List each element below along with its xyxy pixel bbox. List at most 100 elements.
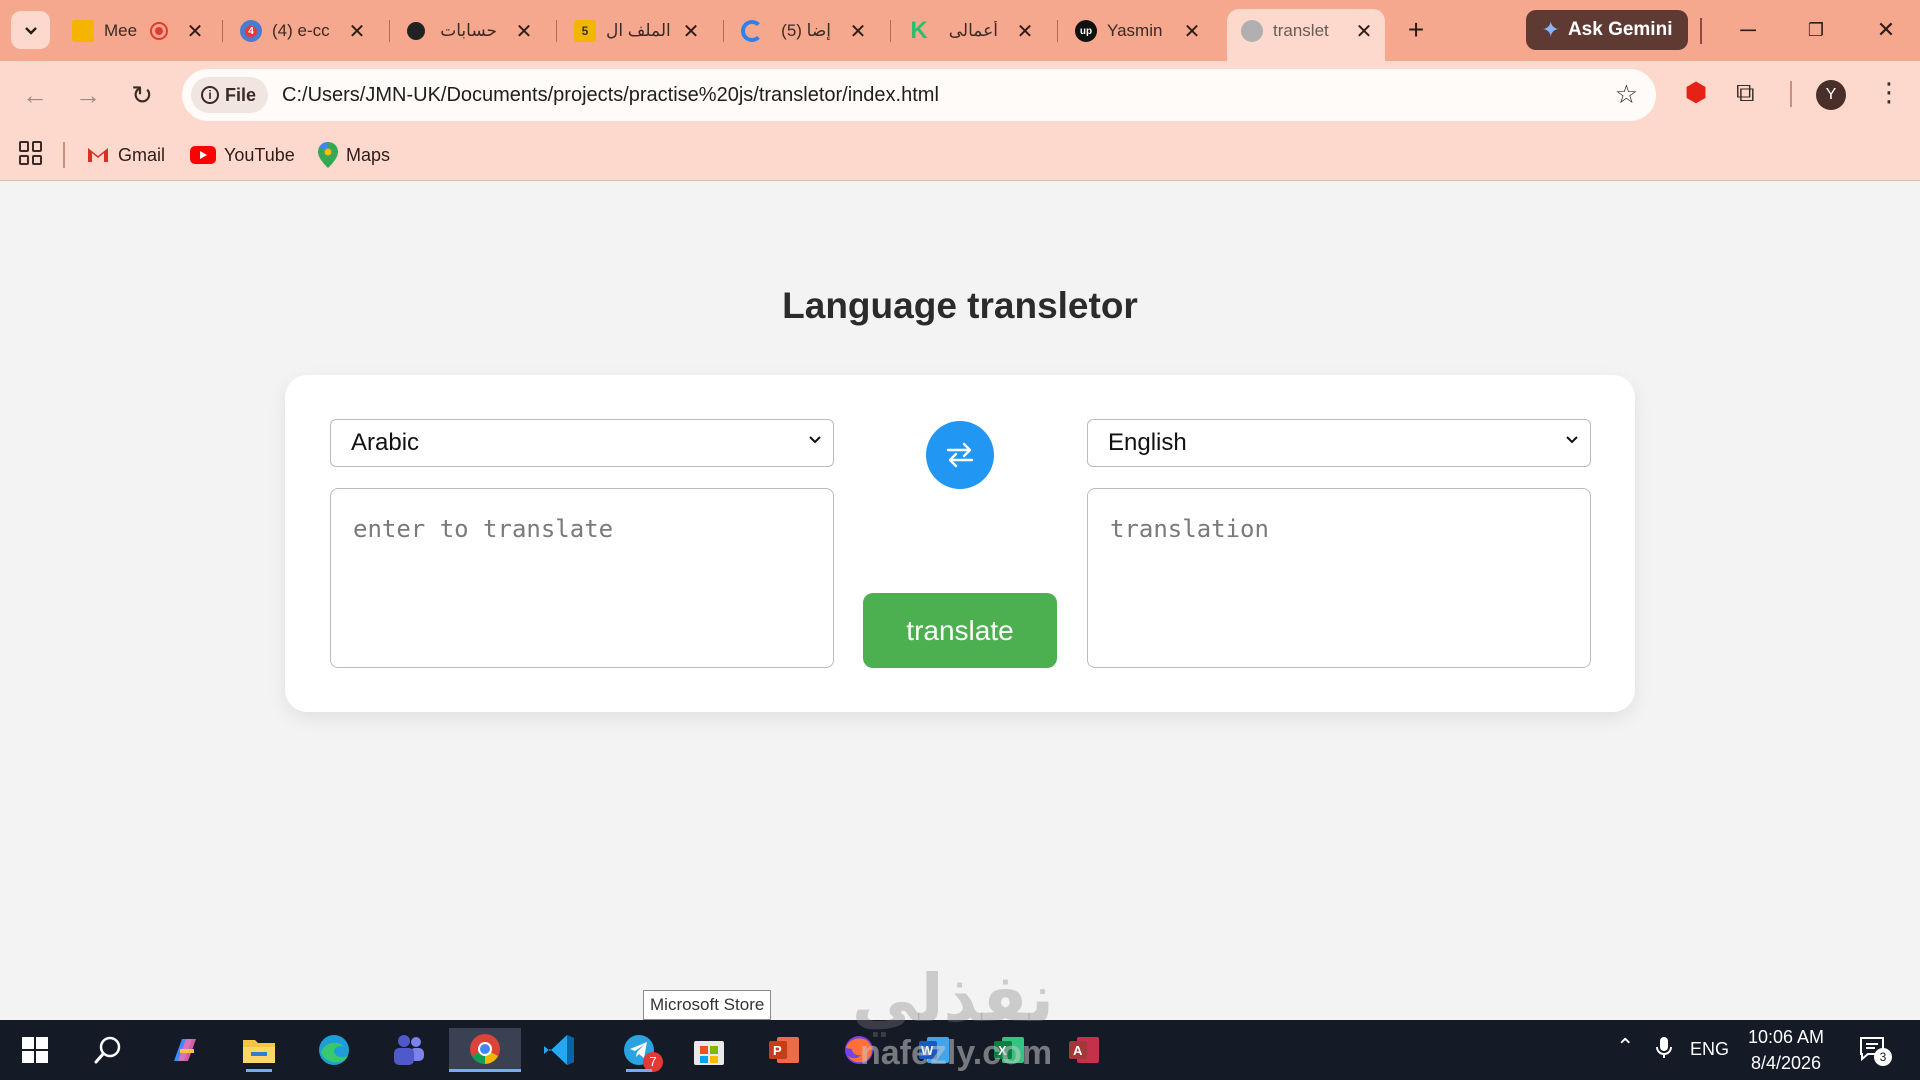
microphone-icon[interactable] [1656, 1036, 1672, 1065]
tab-my-works[interactable]: K أعمالى ✕ [894, 9, 1046, 53]
tab-meet[interactable]: Mee ✕ [58, 9, 216, 53]
meet-icon [72, 20, 94, 42]
ecommerce-icon: 4 [240, 20, 262, 42]
taskbar-microsoft-store[interactable] [686, 1028, 732, 1072]
close-icon[interactable]: ✕ [511, 19, 537, 44]
notification-badge: 4 [245, 25, 257, 37]
target-language-select[interactable]: English [1087, 419, 1591, 467]
bookmark-maps[interactable]: Maps [318, 139, 390, 171]
taskbar-copilot[interactable] [162, 1028, 208, 1072]
restore-button[interactable]: ❐ [1796, 12, 1836, 48]
tab-strip: Mee ✕ 4 (4) e-cc ✕ حسابات ✕ 5 الملف ال ✕… [0, 0, 1920, 61]
translate-button[interactable]: translate [863, 593, 1057, 668]
file-icon: 5 [574, 20, 596, 42]
menu-kebab-icon[interactable]: ⋮ [1876, 77, 1902, 108]
window-close-button[interactable]: ✕ [1866, 12, 1906, 48]
taskbar-search-button[interactable] [85, 1028, 131, 1072]
bookmark-star-icon[interactable]: ☆ [1615, 79, 1638, 110]
tab-title: Yasmin [1107, 21, 1163, 40]
accounts-icon [407, 22, 425, 40]
close-icon[interactable]: ✕ [678, 19, 704, 44]
taskbar-file-explorer[interactable] [236, 1028, 282, 1072]
upwork-icon: up [1075, 20, 1097, 42]
taskbar-edge[interactable] [311, 1028, 357, 1072]
tab-file[interactable]: 5 الملف ال ✕ [560, 9, 712, 53]
svg-text:A: A [1073, 1043, 1083, 1058]
taskbar-teams[interactable] [386, 1028, 432, 1072]
tab-divider [890, 20, 891, 42]
new-tab-button[interactable]: + [1399, 14, 1433, 48]
reload-button[interactable]: ↻ [124, 77, 160, 113]
close-icon[interactable]: ✕ [344, 19, 370, 44]
site-info-chip[interactable]: i File [191, 77, 269, 113]
show-hidden-icons-chevron-icon[interactable]: ⌃ [1616, 1034, 1634, 1060]
tab-upwork[interactable]: up Yasmin ✕ [1061, 9, 1213, 53]
taskbar-telegram[interactable]: 7 [611, 1028, 667, 1072]
file-badge: 5 [581, 24, 589, 38]
apps-grid-icon[interactable] [19, 141, 43, 165]
close-icon[interactable]: ✕ [1179, 19, 1205, 44]
chevron-down-icon [24, 27, 37, 35]
source-placeholder: enter to translate [353, 515, 614, 543]
tab-search-button[interactable] [11, 11, 50, 49]
language-indicator[interactable]: ENG [1690, 1039, 1729, 1060]
close-icon[interactable]: ✕ [1012, 19, 1038, 44]
bookmark-youtube[interactable]: YouTube [190, 139, 295, 171]
nafezly-watermark: نفذلي [852, 961, 1054, 1035]
bookmark-label: Gmail [118, 144, 166, 165]
profile-avatar[interactable]: Y [1816, 80, 1846, 110]
tab-accounts[interactable]: حسابات ✕ [393, 9, 545, 53]
bookmark-gmail[interactable]: Gmail [86, 139, 165, 171]
source-text-input[interactable]: enter to translate [330, 488, 834, 668]
tab-title: Mee [104, 21, 138, 40]
profile-initial: Y [1825, 86, 1837, 103]
system-clock[interactable]: 10:06 AM 8/4/2026 [1748, 1024, 1824, 1076]
source-language-select[interactable]: Arabic [330, 419, 834, 467]
address-bar[interactable]: i File C:/Users/JMN-UK/Documents/project… [182, 69, 1656, 121]
taskbar-access[interactable]: A [1061, 1028, 1107, 1072]
adblock-extension-icon[interactable]: ⬢ [1682, 77, 1710, 109]
minimize-button[interactable]: ─ [1728, 12, 1768, 48]
start-button[interactable] [12, 1028, 58, 1072]
ask-gemini-button[interactable]: ✦ Ask Gemini [1526, 10, 1688, 50]
url-text[interactable]: C:/Users/JMN-UK/Documents/projects/pract… [282, 84, 939, 107]
edge-icon [319, 1035, 349, 1065]
taskbar-powerpoint[interactable]: P [761, 1028, 807, 1072]
taskbar-chrome[interactable] [449, 1028, 521, 1072]
window-controls-divider [1700, 18, 1702, 44]
youtube-icon [190, 146, 216, 164]
copilot-icon [174, 1039, 196, 1061]
tab-title: (5) إضا [781, 21, 831, 40]
translator-card: Arabic English enter to translate transl… [285, 375, 1635, 712]
tab-title: حسابات [440, 21, 497, 40]
access-icon: A [1069, 1037, 1099, 1063]
taskbar-vscode[interactable] [536, 1028, 582, 1072]
globe-icon [1241, 20, 1263, 42]
folder-icon [243, 1040, 275, 1063]
extensions-puzzle-icon[interactable]: ⧉ [1736, 77, 1755, 109]
swap-languages-button[interactable] [926, 421, 994, 489]
swap-arrows-icon [946, 442, 974, 468]
tab-title: أعمالى [948, 21, 998, 40]
back-button[interactable]: ← [17, 77, 53, 113]
search-icon [94, 1036, 121, 1064]
page-title: Language transletor [782, 285, 1138, 326]
tab-ecommerce[interactable]: 4 (4) e-cc ✕ [226, 9, 378, 53]
notification-center-button[interactable]: 3 [1858, 1034, 1892, 1069]
nafezly-watermark-url: nafezly.com [860, 1034, 1053, 1072]
tab-title: الملف ال [606, 21, 671, 40]
khamsat-icon: K [910, 17, 928, 44]
tab-translator[interactable]: translet ✕ [1227, 9, 1385, 61]
page-viewport: Language transletor Arabic English enter… [0, 181, 1920, 1020]
close-icon[interactable]: ✕ [182, 19, 208, 44]
store-icon [694, 1041, 724, 1065]
bookmarks-divider [63, 142, 65, 168]
close-icon[interactable]: ✕ [1351, 19, 1377, 44]
forward-button[interactable]: → [70, 77, 106, 113]
close-icon[interactable]: ✕ [845, 19, 871, 44]
tab-add[interactable]: (5) إضا ✕ [727, 9, 879, 53]
running-indicator [626, 1069, 652, 1072]
translation-output[interactable]: translation [1087, 488, 1591, 668]
taskbar-tooltip: Microsoft Store [643, 990, 772, 1020]
svg-text:P: P [773, 1043, 782, 1058]
